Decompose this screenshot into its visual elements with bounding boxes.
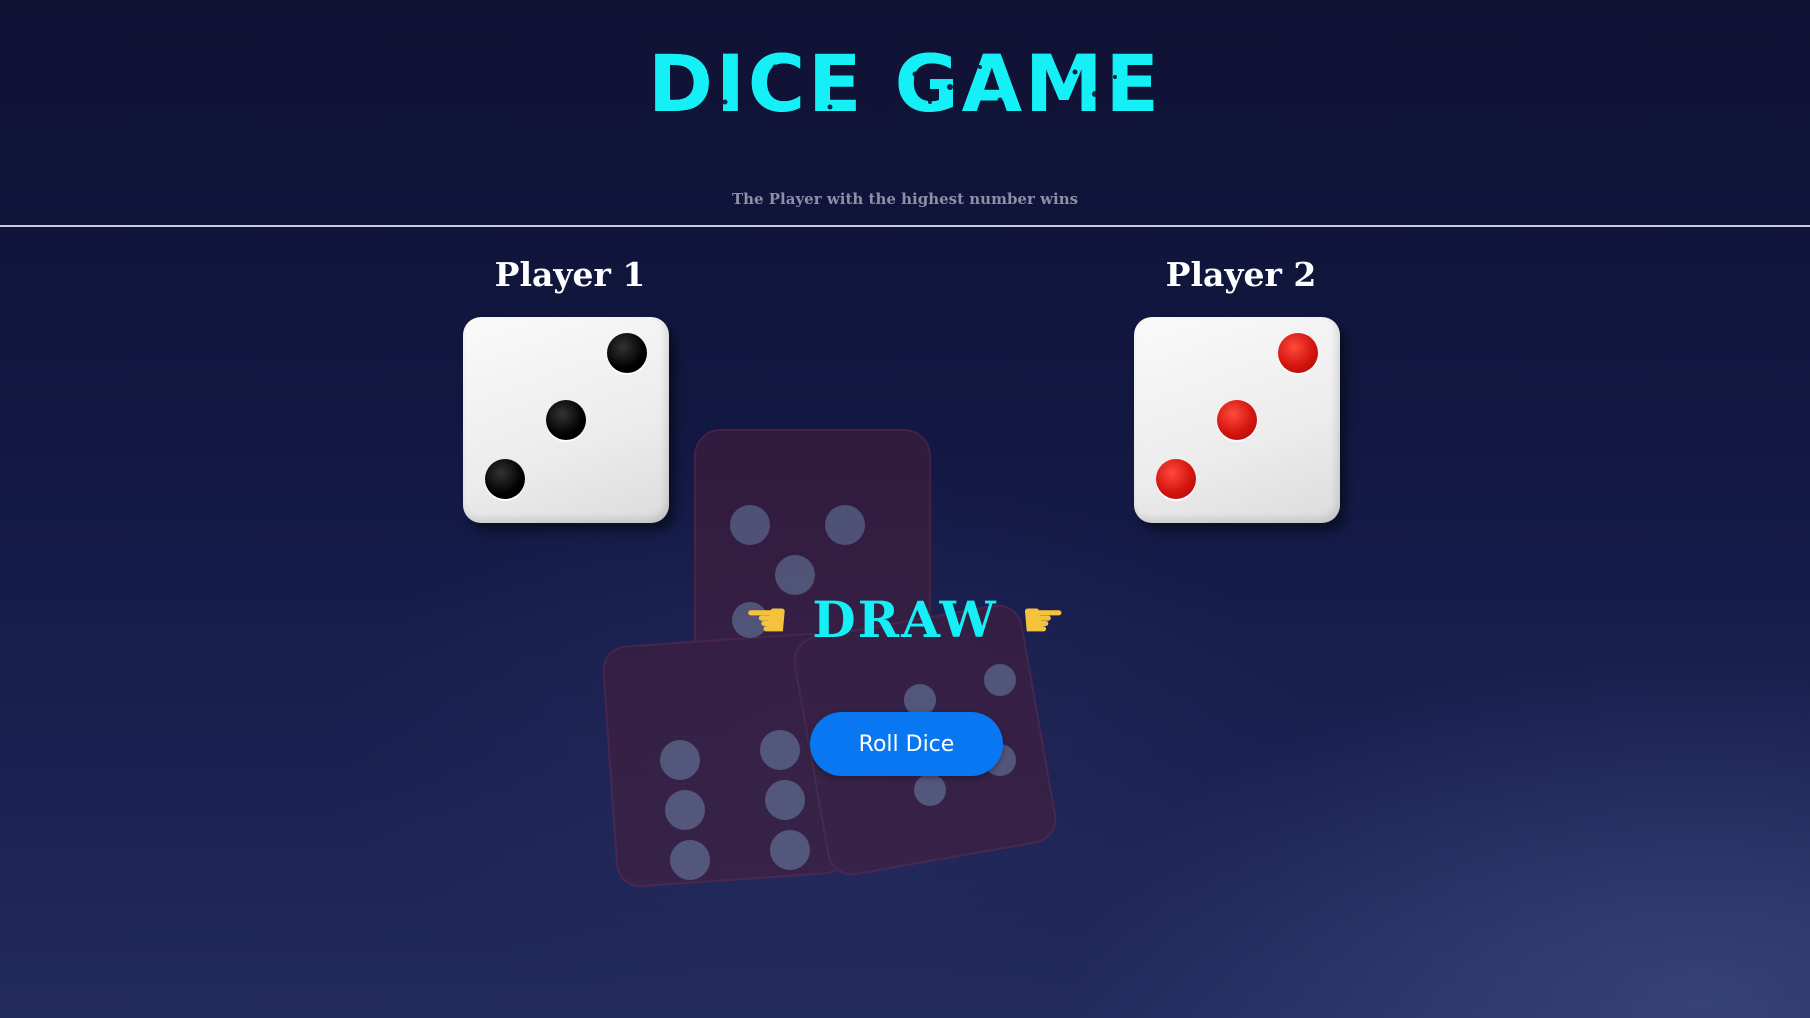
player-2-panel: Player 2 <box>1131 255 1351 523</box>
die-pip <box>485 459 525 499</box>
die-pip <box>607 333 647 373</box>
die-pip <box>546 400 586 440</box>
subtitle: The Player with the highest number wins <box>731 190 1079 208</box>
player-2-die <box>1134 317 1340 523</box>
player-1-panel: Player 1 <box>460 255 680 523</box>
player-1-name: Player 1 <box>494 255 646 294</box>
pointing-right-hand-icon: ☛ <box>744 590 790 649</box>
die-pip <box>1217 400 1257 440</box>
header-divider <box>0 225 1810 227</box>
player-2-name: Player 2 <box>1165 255 1317 294</box>
pointing-right-hand-icon: ☛ <box>1020 590 1066 649</box>
die-pip <box>1156 459 1196 499</box>
roll-dice-button[interactable]: Roll Dice <box>810 712 1003 776</box>
header: DICE GAME The Player with the highest nu… <box>0 0 1810 227</box>
background-dice-image <box>602 429 1057 888</box>
result-text: DRAW <box>812 590 998 649</box>
result-banner: ☛ DRAW ☛ <box>0 590 1810 660</box>
player-1-die <box>463 317 669 523</box>
page-title: DICE GAME <box>648 40 1162 130</box>
die-pip <box>1278 333 1318 373</box>
